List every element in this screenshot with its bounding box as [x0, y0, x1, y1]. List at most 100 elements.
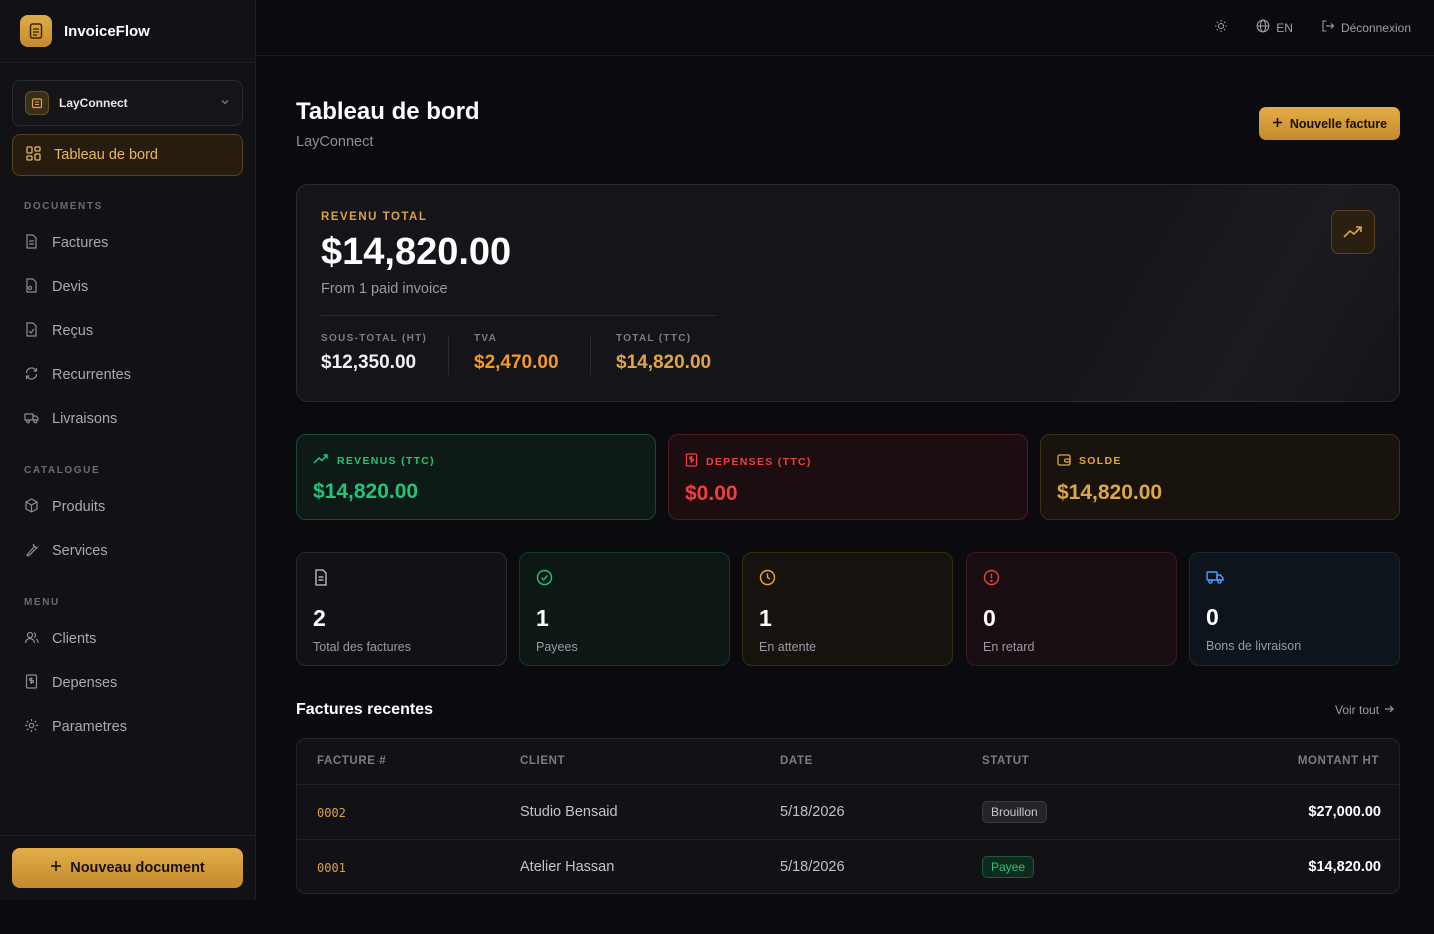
language-switch[interactable]: EN	[1256, 19, 1293, 36]
theme-toggle-button[interactable]	[1214, 19, 1228, 36]
sidebar-item-label: Livraisons	[52, 411, 118, 427]
status-badge: Payee	[982, 856, 1035, 878]
invoice-date: 5/18/2026	[780, 804, 845, 820]
invoice-amount: $27,000.00	[1308, 804, 1381, 820]
subtotal-value: $12,350.00	[321, 352, 417, 373]
divider	[321, 315, 717, 316]
globe-icon	[1256, 19, 1270, 36]
sidebar-item-devis[interactable]: Devis	[24, 277, 88, 297]
organization-name: LayConnect	[59, 96, 128, 110]
file-check-icon	[24, 321, 39, 341]
total-invoices-count: 2	[313, 605, 326, 631]
gear-icon	[24, 718, 39, 737]
invoice-logo-icon	[20, 15, 52, 47]
new-document-label: Nouveau document	[70, 860, 205, 876]
clock-icon	[759, 569, 776, 590]
total-label: TOTAL (TTC)	[616, 333, 692, 344]
expenses-label: DEPENSES (TTC)	[706, 455, 812, 468]
sun-icon	[1214, 19, 1228, 36]
sidebar-item-label: Devis	[52, 279, 89, 295]
sidebar-item-label: Reçus	[52, 323, 94, 339]
tva-block: TVA $2,470.00	[474, 333, 559, 374]
pending-label: En attente	[759, 640, 816, 654]
paid-card[interactable]: 1 Payees	[519, 552, 730, 666]
sidebar-item-parametres[interactable]: Parametres	[24, 717, 127, 737]
alert-circle-icon	[983, 569, 1000, 590]
app-name: InvoiceFlow	[64, 22, 150, 40]
plus-icon	[50, 860, 62, 876]
recent-invoices-table: FACTURE # CLIENT DATE STATUT MONTANT HT …	[296, 738, 1400, 894]
see-all-link[interactable]: Voir tout	[1335, 703, 1394, 717]
brand[interactable]: InvoiceFlow	[0, 0, 255, 63]
delivery-notes-label: Bons de livraison	[1206, 639, 1302, 653]
receipt-icon	[24, 673, 39, 693]
trending-up-icon	[1331, 210, 1375, 254]
invoice-amount: $14,820.00	[1308, 859, 1381, 875]
sidebar-item-produits[interactable]: Produits	[24, 497, 105, 517]
column-header[interactable]: FACTURE #	[317, 755, 386, 767]
table-row[interactable]: 0001 Atelier Hassan 5/18/2026 Payee $14,…	[297, 839, 1399, 893]
check-circle-icon	[536, 569, 553, 590]
revenue-label: REVENU TOTAL	[321, 211, 428, 223]
sidebar-item-depenses[interactable]: Depenses	[24, 673, 117, 693]
truck-icon	[24, 410, 39, 429]
paid-count: 1	[536, 605, 549, 631]
section-title-catalogue: CATALOGUE	[24, 465, 101, 476]
paid-label: Payees	[536, 640, 578, 654]
receipt-icon	[685, 453, 698, 470]
sidebar-item-label: Parametres	[52, 719, 127, 735]
income-card: REVENUS (TTC) $14,820.00	[296, 434, 656, 520]
column-header[interactable]: CLIENT	[520, 755, 565, 767]
column-header[interactable]: DATE	[780, 755, 813, 767]
sidebar: InvoiceFlow LayConnect Tableau de bord D…	[0, 0, 256, 900]
language-label: EN	[1276, 20, 1293, 35]
balance-label: SOLDE	[1079, 455, 1122, 467]
income-label: REVENUS (TTC)	[337, 454, 435, 467]
sidebar-item-label: Clients	[52, 631, 97, 647]
sidebar-item-services[interactable]: Services	[24, 541, 108, 561]
sidebar-item-clients[interactable]: Clients	[24, 629, 96, 649]
table-row[interactable]: 0002 Studio Bensaid 5/18/2026 Brouillon …	[297, 784, 1399, 839]
arrow-right-icon	[1384, 703, 1394, 717]
tva-value: $2,470.00	[474, 352, 559, 373]
sidebar-item-recurrentes[interactable]: Recurrentes	[24, 365, 131, 385]
new-invoice-button[interactable]: Nouvelle facture	[1259, 107, 1400, 140]
dashboard-grid-icon	[26, 145, 41, 165]
logout-icon	[1321, 19, 1335, 36]
page-title: Tableau de bord	[296, 98, 480, 125]
organization-select[interactable]: LayConnect	[12, 80, 243, 126]
overdue-card[interactable]: 0 En retard	[966, 552, 1177, 666]
pending-count: 1	[759, 605, 772, 631]
logout-label: Déconnexion	[1340, 20, 1411, 35]
sidebar-item-label: Tableau de bord	[54, 147, 158, 163]
balance-card: SOLDE $14,820.00	[1040, 434, 1400, 520]
pending-card[interactable]: 1 En attente	[742, 552, 953, 666]
column-header[interactable]: STATUT	[982, 755, 1029, 767]
total-invoices-label: Total des factures	[313, 640, 411, 654]
sidebar-item-factures[interactable]: Factures	[24, 233, 108, 253]
status-badge: Brouillon	[982, 801, 1047, 823]
expenses-card: DEPENSES (TTC) $0.00	[668, 434, 1028, 520]
building-icon	[25, 91, 49, 115]
total-invoices-card[interactable]: 2 Total des factures	[296, 552, 507, 666]
new-invoice-label: Nouvelle facture	[1289, 116, 1388, 131]
chevron-down-icon	[220, 94, 230, 112]
revenue-amount: $14,820.00	[321, 231, 512, 273]
invoice-number[interactable]: 0002	[317, 806, 346, 820]
sidebar-item-dashboard[interactable]: Tableau de bord	[12, 134, 243, 176]
logout-button[interactable]: Déconnexion	[1321, 19, 1411, 36]
section-title-documents: DOCUMENTS	[24, 201, 103, 212]
topbar: EN Déconnexion	[256, 0, 1434, 56]
package-icon	[24, 497, 39, 517]
see-all-label: Voir tout	[1335, 703, 1380, 717]
invoice-number[interactable]: 0001	[317, 861, 346, 875]
new-document-button[interactable]: Nouveau document	[12, 848, 243, 888]
delivery-notes-card[interactable]: 0 Bons de livraison	[1189, 552, 1400, 666]
wallet-icon	[1057, 453, 1071, 469]
sidebar-item-livraisons[interactable]: Livraisons	[24, 409, 117, 429]
column-header[interactable]: MONTANT HT	[1298, 755, 1379, 767]
truck-icon	[1206, 571, 1224, 589]
file-text-icon	[313, 569, 329, 590]
divider	[590, 335, 591, 375]
sidebar-item-recus[interactable]: Reçus	[24, 321, 93, 341]
